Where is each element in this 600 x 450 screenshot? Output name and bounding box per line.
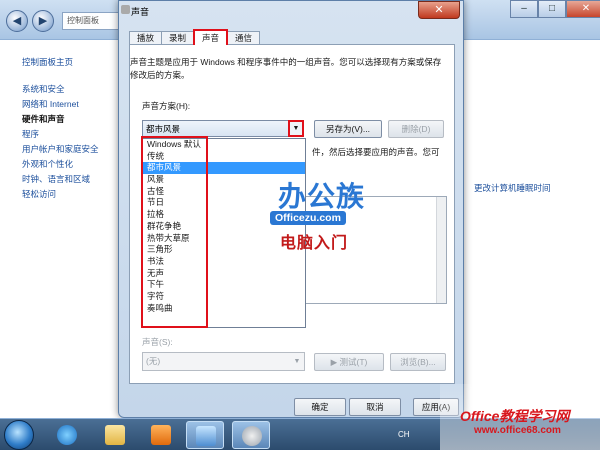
start-button[interactable] [4,420,34,450]
taskbar-media-player[interactable] [142,421,180,449]
speaker-icon [121,5,130,14]
delete-button[interactable]: 删除(D) [388,120,444,138]
sleep-settings-link[interactable]: 更改计算机睡眠时间 [474,182,551,194]
maximize-button[interactable]: □ [538,0,566,18]
dropdown-item-selected[interactable]: 都市风景 [143,162,305,175]
internet-explorer-icon [57,425,77,445]
language-indicator[interactable]: CH [398,430,410,439]
dialog-title: 声音 [131,7,150,17]
watermark2-brand: Office教程学习网 [460,408,570,424]
watermark-logo: 办公族 Officezu.com 电脑入门 [270,175,400,265]
control-panel-nav: 控制面板主页 系统和安全 网络和 Internet 硬件和声音 程序 用户帐户和… [22,55,122,202]
sound-label: 声音(S): [142,337,173,347]
cancel-button[interactable]: 取消 [349,398,401,416]
taskbar-sound[interactable] [232,421,270,449]
nav-item-network[interactable]: 网络和 Internet [22,97,122,112]
dialog-close-button[interactable]: ✕ [418,1,460,19]
address-bar[interactable]: 控制面板 [62,12,122,30]
tab-recording[interactable]: 录制 [161,31,195,45]
speaker-icon [242,426,262,446]
media-player-icon [151,425,171,445]
nav-item-hardware-sound[interactable]: 硬件和声音 [22,112,122,127]
sound-select-value: (无) [146,356,161,366]
dropdown-item[interactable]: 奏鸣曲 [143,303,305,315]
nav-item-ease-of-access[interactable]: 轻松访问 [22,187,122,202]
folder-icon [105,425,125,445]
events-description: 件，然后选择要应用的声音。您可 [312,147,440,157]
nav-item-system-security[interactable]: 系统和安全 [22,82,122,97]
chevron-down-icon: ▼ [293,358,301,365]
taskbar-explorer[interactable] [96,421,134,449]
dialog-tabs: 播放 录制 声音 通信 [129,29,261,45]
watermark-url: Officezu.com [270,211,346,225]
tab-communications[interactable]: 通信 [227,31,261,45]
browse-button[interactable]: 浏览(B)... [390,353,446,371]
forward-button[interactable]: ▶ [32,10,54,32]
watermark-office68: Office教程学习网 www.office68.com [440,384,600,450]
nav-item-clock-region[interactable]: 时钟、语言和区域 [22,172,122,187]
nav-item-user-accounts[interactable]: 用户帐户和家庭安全 [22,142,122,157]
back-button[interactable]: ◀ [6,10,28,32]
taskbar-control-panel[interactable] [186,421,224,449]
save-as-button[interactable]: 另存为(V)... [314,120,382,138]
dropdown-item[interactable]: 传统 [143,151,305,163]
control-panel-icon [196,426,216,446]
dropdown-item[interactable]: 下午 [143,279,305,291]
test-button[interactable]: ▶ 测试(T) [314,353,384,371]
nav-item-home[interactable]: 控制面板主页 [22,55,122,70]
scheme-select-value: 都市风景 [146,124,181,134]
taskbar-ie[interactable] [48,421,86,449]
tab-sounds[interactable]: 声音 [193,29,229,45]
scheme-label: 声音方案(H): [142,101,191,111]
dropdown-item[interactable]: Windows 默认 [143,139,305,151]
sound-select[interactable]: (无) ▼ [142,352,305,371]
minimize-button[interactable]: – [510,0,538,18]
tab-playback[interactable]: 播放 [129,31,163,45]
events-scrollbar[interactable] [436,197,446,303]
scheme-select[interactable]: 都市风景 ▼ [142,120,304,137]
chevron-down-icon[interactable]: ▼ [288,120,304,137]
watermark2-url: www.office68.com [474,425,561,436]
nav-item-programs[interactable]: 程序 [22,127,122,142]
scheme-description: 声音主题是应用于 Windows 和程序事件中的一组声音。您可以选择现有方案或保… [130,57,442,80]
dropdown-item[interactable]: 字符 [143,291,305,303]
ok-button[interactable]: 确定 [294,398,346,416]
control-panel-window-controls: – □ ✕ [510,0,600,18]
close-button[interactable]: ✕ [566,0,600,18]
dropdown-item[interactable]: 无声 [143,268,305,280]
watermark-brand: 办公族 [278,181,366,212]
watermark-subtitle: 电脑入门 [280,235,349,252]
nav-item-appearance[interactable]: 外观和个性化 [22,157,122,172]
